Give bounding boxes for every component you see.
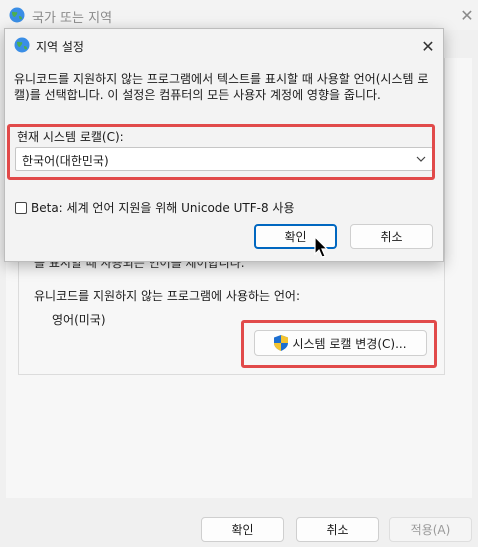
globe-icon <box>9 7 25 23</box>
close-icon[interactable]: ✕ <box>456 4 478 26</box>
locale-highlight-box <box>7 124 435 180</box>
dialog-title: 지역 설정 <box>36 40 84 54</box>
dialog-titlebar: 지역 설정 ✕ <box>5 29 443 61</box>
beta-utf8-label: Beta: 세계 언어 지원을 위해 Unicode UTF-8 사용 <box>31 201 295 215</box>
background-window-title: 국가 또는 지역 <box>32 11 113 26</box>
background-cancel-button[interactable]: 취소 <box>296 517 379 542</box>
change-locale-highlight-box <box>241 320 437 368</box>
current-nonunicode-language: 영어(미국) <box>52 313 106 327</box>
background-ok-button[interactable]: 확인 <box>201 517 284 542</box>
background-apply-button[interactable]: 적용(A) <box>389 517 472 542</box>
beta-utf8-checkbox[interactable] <box>15 201 27 214</box>
dialog-close-icon[interactable]: ✕ <box>417 35 439 57</box>
beta-utf8-option[interactable]: Beta: 세계 언어 지원을 위해 Unicode UTF-8 사용 <box>15 199 295 216</box>
nonunicode-language-label: 유니코드를 지원하지 않는 프로그램에 사용하는 언어: <box>34 289 300 303</box>
background-window-titlebar: 국가 또는 지역 ✕ <box>0 0 478 30</box>
dialog-cancel-button[interactable]: 취소 <box>350 224 433 249</box>
mouse-pointer-icon <box>314 236 329 258</box>
globe-icon <box>14 37 30 53</box>
dialog-description: 유니코드를 지원하지 않는 프로그램에서 텍스트를 표시할 때 사용할 언어(시… <box>14 72 429 102</box>
